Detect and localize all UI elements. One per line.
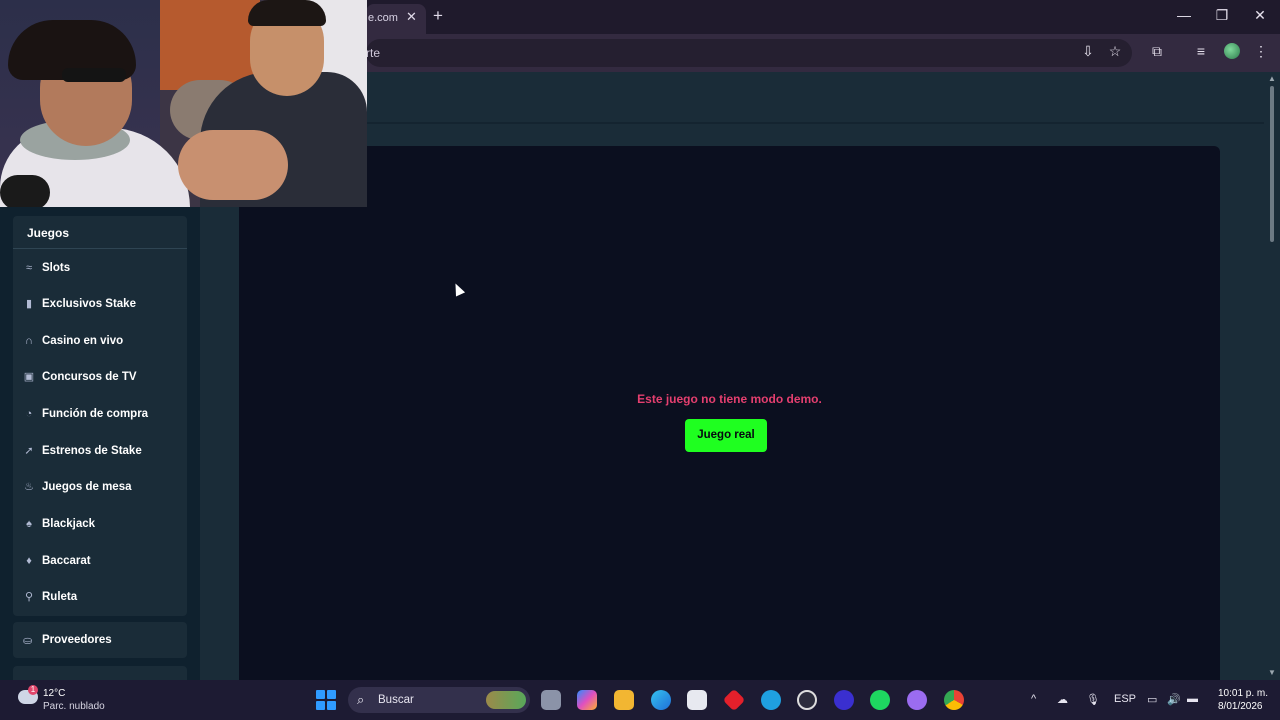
sidebar-item-ruleta[interactable]: ⚲ Ruleta	[13, 583, 187, 613]
weather-temperature[interactable]: 12°C	[43, 688, 65, 699]
minimize-button[interactable]: —	[1169, 7, 1199, 23]
chat-app-icon[interactable]	[907, 690, 927, 710]
clapping-hands	[178, 130, 288, 200]
sidebar-item-blackjack[interactable]: ♠ Blackjack	[13, 510, 187, 540]
new-tab-button[interactable]: +	[433, 6, 443, 26]
window-close-button[interactable]: ✕	[1245, 7, 1275, 24]
weather-badge: 1	[28, 685, 38, 695]
task-view-icon[interactable]	[541, 690, 561, 710]
roulette-icon: ⚲	[24, 591, 34, 603]
no-demo-message: Este juego no tiene modo demo.	[637, 392, 822, 406]
tab-title: e.com/	[368, 12, 398, 24]
sidebar-item-casino-en-vivo[interactable]: ∩ Casino en vivo	[13, 327, 187, 357]
page-scrollbar[interactable]: ▲ ▼	[1264, 72, 1280, 680]
language-indicator[interactable]: ESP	[1114, 693, 1136, 705]
sidebar-item-label: Concursos de TV	[42, 371, 137, 383]
sidebar-item-proveedores[interactable]: ⛀ Proveedores	[13, 622, 187, 658]
install-app-icon[interactable]: ⇩	[1078, 43, 1098, 60]
game-frame: Este juego no tiene modo demo. Juego rea…	[239, 146, 1220, 680]
sidebar-item-baccarat[interactable]: ♦ Baccarat	[13, 547, 187, 577]
search-icon: ⌕	[357, 692, 365, 707]
search-label: Buscar	[378, 694, 414, 706]
sidebar-item-label: Proveedores	[42, 634, 112, 646]
sidebar-item-label: Función de compra	[42, 408, 149, 420]
scroll-down-icon[interactable]: ▼	[1268, 668, 1276, 677]
sidebar-item-funcion-de-compra[interactable]: ◔ Función de compra	[13, 400, 187, 430]
sidebar-item-label: Slots	[42, 262, 71, 274]
clock-date[interactable]: 8/01/2026	[1218, 701, 1263, 712]
browser-menu-icon[interactable]: ⋮	[1251, 43, 1271, 60]
browser-tab[interactable]: e.com/ ✕	[366, 4, 426, 34]
sidebar-item-label: Exclusivos Stake	[42, 298, 136, 310]
network-icon[interactable]: ▭	[1147, 693, 1157, 706]
cards-icon: ♦	[26, 555, 32, 567]
volume-icon[interactable]: 🔊	[1167, 693, 1181, 706]
headphones-icon: ∩	[25, 335, 33, 347]
microphone	[0, 175, 50, 207]
scroll-up-icon[interactable]: ▲	[1268, 74, 1276, 83]
file-explorer-icon[interactable]	[614, 690, 634, 710]
tray-chevron-icon[interactable]: ^	[1031, 693, 1036, 705]
obs-icon[interactable]	[797, 690, 817, 710]
games-heading-label: Juegos	[27, 226, 70, 240]
sidebar-item-juegos-de-mesa[interactable]: ♨ Juegos de mesa	[13, 473, 187, 503]
gift-icon: ▣	[23, 371, 35, 383]
sidebar-item-exclusivos-stake[interactable]: ▮ Exclusivos Stake	[13, 290, 187, 320]
start-button[interactable]	[316, 690, 336, 710]
battery-icon[interactable]: ▬	[1187, 693, 1198, 705]
app-blue-icon[interactable]	[761, 690, 781, 710]
profile-avatar[interactable]	[1224, 43, 1240, 59]
clock-time[interactable]: 10:01 p. m.	[1218, 688, 1268, 699]
extensions-icon[interactable]: ⧉	[1147, 43, 1167, 60]
store-icon[interactable]	[687, 690, 707, 710]
sidebar-item-label: Casino en vivo	[42, 335, 124, 347]
sidebar-next-group	[13, 666, 187, 680]
chrome-icon[interactable]	[944, 690, 964, 710]
sidebar-item-label: Estrenos de Stake	[42, 445, 142, 457]
sidebar-item-label: Ruleta	[42, 591, 78, 603]
edge-icon[interactable]	[651, 690, 671, 710]
app-purple-icon[interactable]	[834, 690, 854, 710]
flame-icon: ♨	[24, 481, 34, 493]
tab-close-icon[interactable]: ✕	[406, 9, 417, 25]
bookmark-star-icon[interactable]: ☆	[1105, 43, 1125, 60]
sidebar-item-label: Juegos de mesa	[42, 481, 132, 493]
sidebar-item-label: Blackjack	[42, 518, 96, 530]
media-controls-icon[interactable]: ≡	[1191, 43, 1211, 59]
restore-button[interactable]: ❐	[1207, 7, 1237, 24]
app-red-icon[interactable]	[722, 688, 746, 712]
rocket-icon: ➚	[24, 445, 34, 457]
sidebar-item-label: Baccarat	[42, 555, 91, 567]
blackjack-icon: ♠	[26, 518, 32, 530]
games-heading[interactable]: Juegos	[13, 216, 187, 249]
spotify-icon[interactable]	[870, 690, 890, 710]
sunglasses	[62, 68, 126, 82]
content-gutter	[200, 124, 239, 680]
scrollbar-thumb[interactable]	[1270, 86, 1274, 242]
sidebar-item-concursos-de-tv[interactable]: ▣ Concursos de TV	[13, 363, 187, 393]
address-text: rte	[366, 46, 381, 60]
search-highlight-image	[486, 691, 526, 709]
providers-icon: ⛀	[23, 635, 33, 647]
copilot-icon[interactable]	[577, 690, 597, 710]
onedrive-icon[interactable]: ☁	[1057, 693, 1068, 706]
windows-taskbar: 1 12°C Parc. nublado ⌕ Buscar ^ ☁ 🎙 ESP …	[0, 680, 1280, 720]
buy-feature-icon: ◔	[25, 408, 33, 420]
address-bar[interactable]: rte	[366, 39, 1132, 67]
slots-icon: ≈	[25, 262, 33, 274]
person-right-hair	[248, 0, 326, 26]
sidebar-item-slots[interactable]: ≈ Slots	[13, 254, 187, 284]
bookmark-icon: ▮	[25, 298, 33, 310]
real-play-button[interactable]: Juego real	[685, 419, 767, 452]
weather-description[interactable]: Parc. nublado	[43, 701, 105, 712]
webcam-overlay	[0, 0, 367, 207]
microphone-icon[interactable]: 🎙	[1086, 693, 1100, 706]
sidebar-item-estrenos-de-stake[interactable]: ➚ Estrenos de Stake	[13, 437, 187, 467]
taskbar-search[interactable]: ⌕ Buscar	[348, 687, 530, 713]
